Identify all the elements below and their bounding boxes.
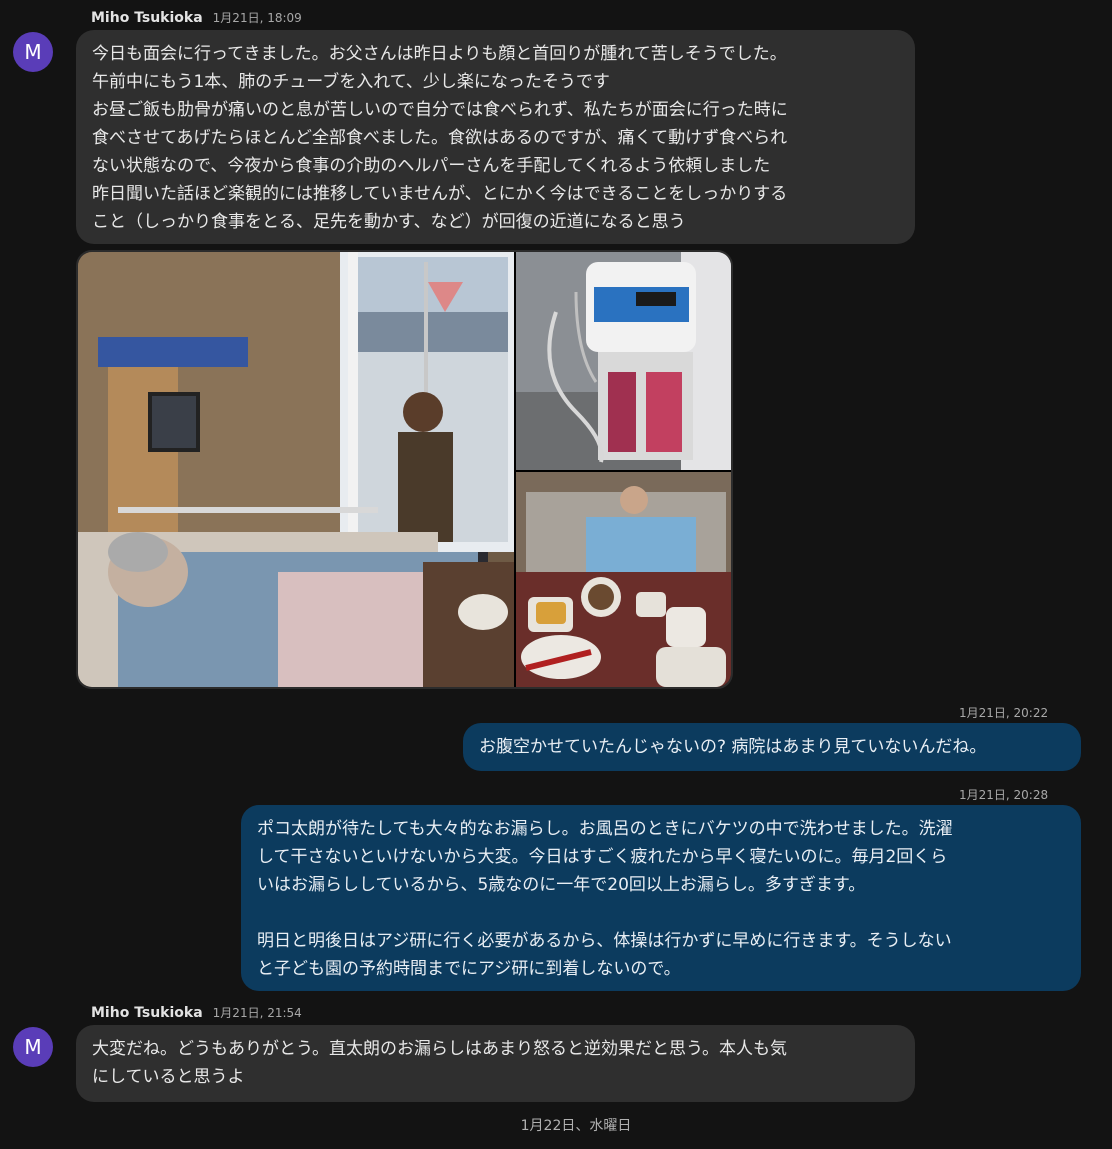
avatar[interactable]: M (13, 1027, 53, 1067)
message-timestamp: 1月21日, 20:22 (959, 706, 1049, 720)
message-bubble-outgoing[interactable]: お腹空かせていたんじゃないの? 病院はあまり見ていないんだね。 (463, 723, 1081, 771)
photo-gallery[interactable] (76, 250, 733, 689)
photo-patient-meal-image (516, 472, 731, 687)
photo-patient-meal[interactable] (516, 472, 731, 687)
photo-medical-device[interactable] (516, 252, 731, 470)
message-bubble-incoming[interactable]: 大変だね。どうもありがとう。直太朗のお漏らしはあまり怒ると逆効果だと思う。本人も… (76, 1025, 915, 1102)
photo-hospital-room[interactable] (78, 252, 514, 687)
message-bubble-outgoing[interactable]: ポコ太朗が待たしても大々的なお漏らし。お風呂のときにバケツの中で洗わせました。洗… (241, 805, 1081, 991)
message-timestamp: 1月21日, 18:09 (212, 11, 302, 25)
date-divider: 1月22日、水曜日 (520, 1118, 632, 1134)
sender-name: Miho Tsukioka (91, 1005, 203, 1021)
message-timestamp: 1月21日, 21:54 (212, 1006, 302, 1020)
chat-thread: Miho Tsukioka 1月21日, 18:09 M 今日も面会に行ってきまし… (0, 0, 1112, 1149)
sender-header: Miho Tsukioka 1月21日, 21:54 (91, 1004, 302, 1021)
sender-header: Miho Tsukioka 1月21日, 18:09 (91, 9, 302, 26)
photo-medical-device-image (516, 252, 731, 470)
sender-name: Miho Tsukioka (91, 10, 203, 26)
message-bubble-incoming[interactable]: 今日も面会に行ってきました。お父さんは昨日よりも顔と首回りが腫れて苦しそうでした… (76, 30, 915, 244)
message-timestamp: 1月21日, 20:28 (959, 788, 1049, 802)
photo-hospital-room-image (78, 252, 514, 687)
avatar[interactable]: M (13, 32, 53, 72)
